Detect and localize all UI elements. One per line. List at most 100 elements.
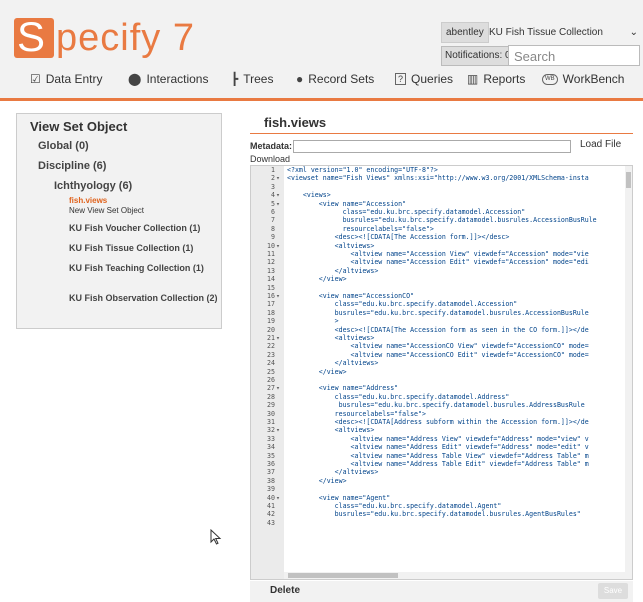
code-text: <desc><![CDATA[The Accession form.]]></d… (287, 233, 510, 242)
search-input[interactable]: Search (508, 45, 640, 66)
code-editor[interactable]: 1 <?xml version="1.0" encoding="UTF-8"?> 2… (250, 165, 633, 580)
record-sets-icon: ● (296, 72, 304, 86)
code-text: <views> (287, 191, 331, 200)
nav-data-entry[interactable]: ☑ Data Entry (30, 68, 102, 90)
logo-mark: S (14, 13, 54, 60)
line-number: 17 (267, 300, 275, 309)
line-number: 32 (267, 426, 275, 435)
notifications-button[interactable]: Notifications: 0 (441, 46, 515, 66)
line-number: 7 (271, 216, 275, 225)
sidebar-title: View Set Object (30, 119, 128, 134)
fold-toggle-icon[interactable]: ▾ (276, 334, 280, 343)
vertical-scrollbar[interactable] (625, 166, 632, 579)
view-set-sidebar: View Set Object Global (0) Discipline (6… (16, 113, 222, 329)
tree-item-collection[interactable]: KU Fish Teaching Collection (1) (69, 262, 219, 274)
logo-text: pecify 7 (56, 17, 195, 59)
trees-icon: ┣ (231, 72, 239, 86)
nav-record-sets[interactable]: ● Record Sets (296, 68, 374, 90)
code-text: <viewset name="Fish Views" xmlns:xsi="ht… (287, 174, 589, 183)
line-number: 42 (267, 510, 275, 519)
fold-toggle-icon[interactable]: ▾ (276, 175, 280, 183)
nav-trees[interactable]: ┣ Trees (231, 68, 273, 90)
tree-item-collection[interactable]: KU Fish Voucher Collection (1) (69, 222, 219, 234)
line-number: 19 (267, 317, 275, 326)
nav-label: WorkBench (562, 72, 625, 86)
title-divider (250, 133, 633, 134)
line-number: 2 (271, 174, 275, 183)
collection-select[interactable]: KU Fish Tissue Collection ⌄ (485, 22, 640, 43)
data-entry-icon: ☑ (30, 72, 41, 86)
resource-title: fish.views (264, 115, 327, 130)
delete-button[interactable]: Delete (270, 585, 300, 596)
fold-toggle-icon[interactable]: ▾ (276, 385, 280, 393)
code-text: <altview name="Address Edit" viewdef="Ad… (287, 443, 589, 452)
nav-interactions[interactable]: ⬤ Interactions (128, 68, 208, 90)
code-text: busrules="edu.ku.brc.specify.datamodel.b… (287, 510, 581, 519)
line-number: 4 (271, 191, 275, 200)
metadata-label: Metadata: (250, 141, 293, 151)
fold-toggle-icon[interactable]: ▾ (276, 427, 280, 435)
tree-item-collection[interactable]: KU Fish Tissue Collection (1) (69, 242, 219, 254)
specify-logo[interactable]: S pecify 7 (14, 13, 195, 60)
nav-reports[interactable]: ▥ Reports (467, 68, 525, 90)
logo-letter: S (17, 13, 46, 60)
code-text: </altviews> (287, 468, 379, 477)
queries-icon: ? (395, 73, 407, 85)
code-text: </altviews> (287, 359, 379, 368)
load-file-button[interactable]: Load File (580, 139, 621, 150)
fold-toggle-icon[interactable]: ▾ (276, 191, 280, 200)
horizontal-scrollbar[interactable] (284, 572, 627, 579)
main-nav: ☑ Data Entry ⬤ Interactions ┣ Trees ● Record… (0, 68, 643, 90)
fold-toggle-icon[interactable]: ▾ (276, 292, 280, 301)
workbench-icon: WB (542, 73, 558, 85)
nav-label: Interactions (146, 72, 209, 86)
new-view-set-object-link[interactable]: New View Set Object (69, 206, 144, 215)
tree-item-global[interactable]: Global (0) (38, 140, 89, 152)
code-text: <altviews> (287, 426, 375, 435)
code-text: </view> (287, 476, 347, 485)
nav-label: Reports (483, 72, 526, 86)
mouse-cursor-icon (210, 529, 222, 545)
tree-item-discipline[interactable]: Discipline (6) (38, 160, 106, 172)
line-number: 27 (267, 384, 275, 393)
main-content: View Set Object Global (0) Discipline (6… (0, 101, 643, 602)
code-text: </view> (287, 367, 347, 376)
interactions-icon: ⬤ (128, 72, 142, 86)
line-number: 34 (267, 443, 275, 452)
scrollbar-thumb[interactable] (626, 172, 631, 188)
line-number: 24 (267, 359, 275, 368)
code-text: <view name="Address" (287, 384, 399, 393)
code-text: busrules="edu.ku.brc.specify.datamodel.b… (287, 401, 585, 410)
nav-label: Data Entry (45, 72, 103, 86)
reports-icon: ▥ (467, 72, 479, 86)
save-button[interactable]: Save (598, 583, 628, 599)
code-text: class="edu.ku.brc.specify.datamodel.Acce… (287, 300, 518, 309)
line-number: 9 (271, 233, 275, 242)
user-button[interactable]: abentley (441, 22, 489, 43)
line-number: 39 (267, 485, 275, 494)
download-link[interactable]: Download (250, 154, 290, 164)
code-text: </view> (287, 275, 347, 284)
code-text: <altview name="AccessionCO View" viewdef… (287, 342, 589, 351)
code-text: busrules="edu.ku.brc.specify.datamodel.b… (287, 216, 597, 225)
line-number: 22 (267, 342, 275, 351)
nav-workbench[interactable]: WB WorkBench (542, 68, 624, 90)
metadata-input[interactable] (293, 140, 571, 153)
tree-item-collection[interactable]: KU Fish Observation Collection (2) (69, 292, 219, 304)
tree-item-active-file[interactable]: fish.views (69, 196, 107, 205)
code-text: > (287, 317, 339, 326)
nav-label: Trees (243, 72, 274, 86)
scrollbar-thumb[interactable] (288, 573, 398, 578)
nav-label: Record Sets (308, 72, 375, 86)
code-text: <altview name="Accession Edit" viewdef="… (287, 258, 589, 267)
line-number: 12 (267, 258, 275, 267)
nav-label: Queries (411, 72, 454, 86)
nav-queries[interactable]: ? Queries (395, 68, 453, 90)
collection-select-value: KU Fish Tissue Collection (489, 27, 603, 38)
fold-toggle-icon[interactable]: ▾ (276, 242, 280, 251)
line-number: 29 (267, 401, 275, 410)
fold-toggle-icon[interactable]: ▾ (276, 494, 280, 503)
line-number: 37 (267, 468, 275, 477)
fold-toggle-icon[interactable]: ▾ (276, 200, 280, 209)
tree-item-ichthyology[interactable]: Ichthyology (6) (54, 180, 132, 192)
